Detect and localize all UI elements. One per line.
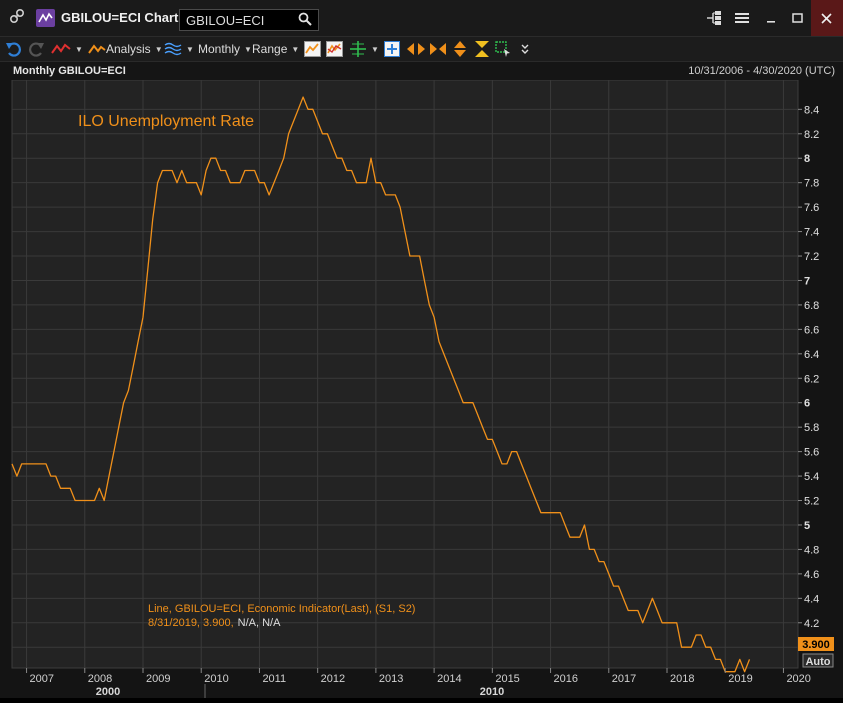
range-label: Range <box>252 42 288 56</box>
fit-icon[interactable] <box>384 41 400 57</box>
crosshair-dropdown[interactable]: ▼ <box>349 41 379 57</box>
chart-app-icon <box>36 9 55 32</box>
x-tick-label: 2012 <box>321 673 345 685</box>
chart-type-line-icon[interactable] <box>304 41 321 57</box>
y-tick-label: 6 <box>804 398 810 410</box>
search-icon[interactable] <box>298 12 312 31</box>
y-tick-label: 4.4 <box>804 593 819 605</box>
x-tick-label: 2010 <box>204 673 228 685</box>
line-style-dropdown[interactable]: ▼ <box>51 41 83 57</box>
y-tick-label: 5.6 <box>804 447 819 459</box>
minimize-icon[interactable] <box>760 8 782 28</box>
series-info-na: N/A, N/A <box>238 617 281 629</box>
y-tick-label: 5.8 <box>804 422 819 434</box>
maximize-icon[interactable] <box>786 8 808 28</box>
auto-scale-label: Auto <box>805 656 830 668</box>
x-tick-label: 2013 <box>379 673 403 685</box>
zoom-vertical-icon[interactable] <box>474 41 490 57</box>
range-dropdown[interactable]: Range ▼ <box>252 41 299 57</box>
series-info-line: Line, GBILOU=ECI, Economic Indicator(Las… <box>148 603 415 615</box>
select-region-icon[interactable] <box>495 41 511 57</box>
y-tick-label: 6.4 <box>804 349 819 361</box>
scroll-horizontal-icon[interactable] <box>407 41 425 57</box>
chevron-down-icon: ▼ <box>75 44 83 54</box>
y-tick-label: 4.8 <box>804 544 819 556</box>
y-tick-label: 8 <box>804 153 810 165</box>
wave-icon <box>164 42 182 56</box>
y-tick-label: 4.2 <box>804 618 819 630</box>
x-tick-label: 2008 <box>88 673 112 685</box>
y-tick-label: 8.4 <box>804 104 819 116</box>
y-tick-label: 5.4 <box>804 471 819 483</box>
share-icon[interactable] <box>703 8 725 28</box>
more-chevron-icon[interactable] <box>520 41 530 57</box>
chart-toolbar: ▼ Analysis ▼ ▼ Monthly ▼ Range ▼ ▼ <box>0 37 843 62</box>
undo-icon[interactable] <box>5 41 23 57</box>
chart-area[interactable]: 44.24.44.64.855.25.45.65.866.26.46.66.87… <box>0 79 843 698</box>
y-tick-label: 6.2 <box>804 373 819 385</box>
x-tick-label: 2007 <box>30 673 54 685</box>
window-title: GBILOU=ECI Chart <box>61 10 179 25</box>
series-info-date-value: 8/31/2019, 3.900, <box>148 617 234 629</box>
redo-icon[interactable] <box>27 41 45 57</box>
y-tick-label: 8.2 <box>804 129 819 141</box>
menu-icon[interactable] <box>731 8 753 28</box>
chart-subtitle: Monthly GBILOU=ECI <box>13 65 126 77</box>
chevron-down-icon: ▼ <box>154 44 163 54</box>
x-tick-label: 2016 <box>554 673 578 685</box>
chevron-down-icon: ▼ <box>244 44 252 54</box>
x-major-label: 2000 <box>96 686 120 698</box>
title-bar: GBILOU=ECI Chart <box>0 0 843 37</box>
y-tick-label: 6.8 <box>804 300 819 312</box>
chevron-down-icon: ▼ <box>371 44 379 54</box>
x-tick-label: 2018 <box>670 673 694 685</box>
x-tick-label: 2014 <box>437 673 461 685</box>
chart-title: ILO Unemployment Rate <box>78 113 254 130</box>
y-tick-label: 7.6 <box>804 202 819 214</box>
interval-label: Monthly <box>198 42 241 56</box>
x-tick-label: 2009 <box>146 673 170 685</box>
x-major-label: 2010 <box>480 686 504 698</box>
y-tick-label: 6.6 <box>804 324 819 336</box>
close-icon <box>821 13 832 24</box>
analysis-icon <box>88 44 106 54</box>
chart-type-compare-icon[interactable] <box>326 41 343 57</box>
chart-header: Monthly GBILOU=ECI 10/31/2006 - 4/30/202… <box>0 62 843 80</box>
x-tick-label: 2011 <box>262 673 286 685</box>
last-value-label: 3.900 <box>802 639 830 651</box>
ric-input[interactable] <box>186 11 290 29</box>
chart-svg[interactable]: 44.24.44.64.855.25.45.65.866.26.46.66.87… <box>0 79 843 698</box>
x-tick-label: 2015 <box>495 673 519 685</box>
series-info-value: 8/31/2019, 3.900, N/A, N/A <box>148 617 281 629</box>
plot-area[interactable] <box>11 79 799 669</box>
line-chart-icon <box>51 43 71 54</box>
y-tick-label: 5.2 <box>804 496 819 508</box>
x-tick-label: 2020 <box>786 673 810 685</box>
interval-dropdown[interactable]: Monthly ▼ <box>198 41 252 57</box>
series-style-dropdown[interactable]: ▼ <box>164 41 194 57</box>
date-range: 10/31/2006 - 4/30/2020 (UTC) <box>688 65 835 77</box>
x-tick-label: 2019 <box>728 673 752 685</box>
analysis-button[interactable]: Analysis ▼ <box>88 41 163 57</box>
zoom-horizontal-icon[interactable] <box>429 41 447 57</box>
chevron-down-icon: ▼ <box>291 44 300 54</box>
close-button[interactable] <box>811 0 843 36</box>
crosshair-icon <box>350 41 366 57</box>
analysis-label: Analysis <box>106 42 151 56</box>
link-icon[interactable] <box>9 8 25 29</box>
scroll-vertical-icon[interactable] <box>452 41 468 57</box>
y-tick-label: 7.4 <box>804 227 819 239</box>
y-tick-label: 5 <box>804 520 810 532</box>
ric-search-box[interactable] <box>179 9 319 31</box>
y-tick-label: 4.6 <box>804 569 819 581</box>
y-tick-label: 7 <box>804 275 810 287</box>
y-tick-label: 7.2 <box>804 251 819 263</box>
y-tick-label: 7.8 <box>804 178 819 190</box>
chevron-down-icon: ▼ <box>186 44 194 54</box>
x-tick-label: 2017 <box>612 673 636 685</box>
